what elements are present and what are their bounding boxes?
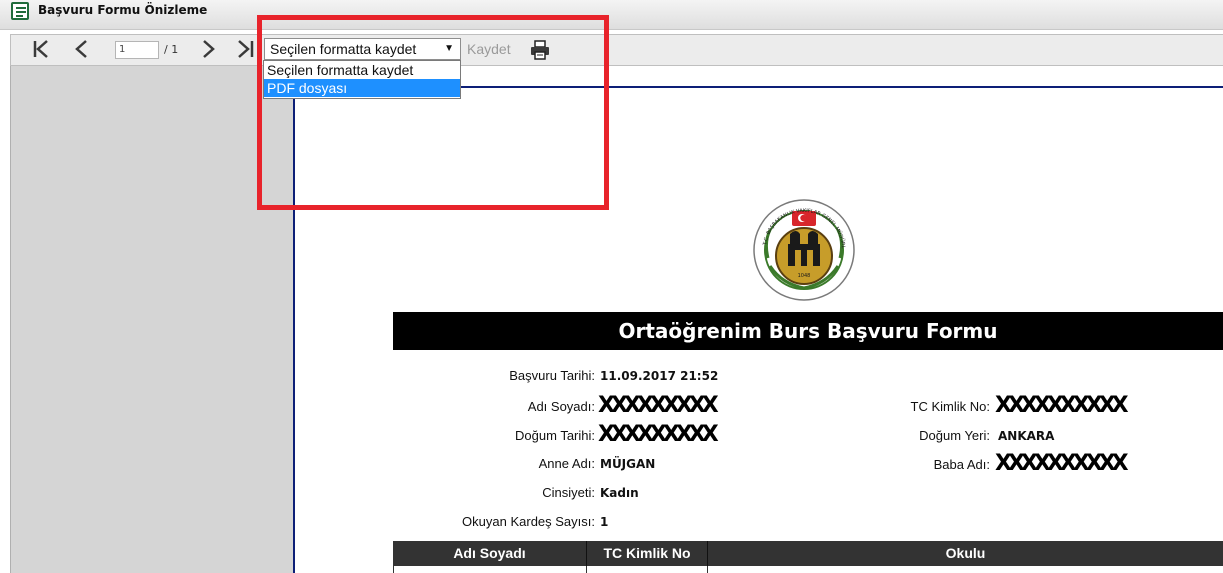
prev-page-icon[interactable]: [71, 37, 93, 61]
last-page-icon[interactable]: [235, 37, 255, 61]
vakiflar-seal-logo: 1048 T.C. BAŞBAKANLIK VAKIFLAR GENEL MÜD…: [746, 191, 860, 306]
siblings-table-header: Adı Soyadı TC Kimlik No Okulu: [393, 541, 1223, 573]
dropdown-option[interactable]: Seçilen formatta kaydet: [264, 61, 460, 79]
report-toolbar: 1 / 1 Seçilen formatta kaydet ▼ Kaydet: [10, 34, 1223, 66]
anne-adi-value: MÜJGAN: [600, 457, 656, 471]
print-icon[interactable]: [529, 39, 551, 61]
export-format-dropdown: Seçilen formatta kaydet PDF dosyası: [263, 60, 461, 99]
tc-kimlik-value: XXXXXXXXXX: [995, 393, 1129, 418]
preview-window: Başvuru Formu Önizleme 1 / 1 Seçilen for…: [0, 0, 1223, 573]
window-title: Başvuru Formu Önizleme: [38, 3, 208, 17]
adi-soyadi-value: XXXXXXXXX: [598, 393, 719, 418]
dogum-yeri-value: ANKARA: [998, 429, 1055, 443]
kardes-sayisi-label: Okuyan Kardeş Sayısı:: [462, 514, 595, 529]
cinsiyeti-value: Kadın: [600, 486, 639, 500]
baba-adi-label: Baba Adı:: [933, 457, 990, 472]
form-title-banner: Ortaöğrenim Burs Başvuru Formu: [393, 312, 1223, 350]
column-header-tc-kimlik: TC Kimlik No: [603, 545, 691, 561]
column-header-adi-soyadi: Adı Soyadı: [453, 545, 526, 561]
form-icon: [11, 2, 29, 20]
form-title: Ortaöğrenim Burs Başvuru Formu: [618, 319, 998, 343]
dogum-tarihi-label: Doğum Tarihi:: [515, 428, 595, 443]
page-number-input[interactable]: 1: [115, 41, 159, 59]
next-page-icon[interactable]: [197, 37, 219, 61]
title-bar: Başvuru Formu Önizleme: [0, 0, 1223, 30]
viewer-sidebar: [10, 66, 293, 573]
dogum-tarihi-value: XXXXXXXXX: [598, 422, 719, 447]
kardes-sayisi-value: 1: [600, 515, 609, 529]
page-total-label: / 1: [164, 43, 179, 56]
export-format-value: Seçilen formatta kaydet: [270, 41, 417, 57]
cinsiyeti-label: Cinsiyeti:: [542, 485, 595, 500]
column-header-okulu: Okulu: [945, 545, 986, 561]
chevron-down-icon: ▼: [444, 43, 454, 54]
export-format-select[interactable]: Seçilen formatta kaydet ▼: [264, 38, 461, 60]
save-button[interactable]: Kaydet: [467, 41, 511, 57]
svg-text:1048: 1048: [798, 273, 811, 279]
dogum-yeri-label: Doğum Yeri:: [919, 428, 990, 443]
basvuru-tarihi-value: 11.09.2017 21:52: [600, 369, 719, 383]
adi-soyadi-label: Adı Soyadı:: [527, 399, 595, 414]
tc-kimlik-label: TC Kimlik No:: [910, 399, 990, 414]
baba-adi-value: XXXXXXXXXX: [995, 451, 1129, 476]
basvuru-tarihi-label: Başvuru Tarihi:: [509, 368, 595, 383]
dropdown-option-selected[interactable]: PDF dosyası: [264, 79, 460, 97]
anne-adi-label: Anne Adı:: [538, 456, 595, 471]
first-page-icon[interactable]: [31, 37, 53, 61]
table-row: [393, 566, 1223, 573]
